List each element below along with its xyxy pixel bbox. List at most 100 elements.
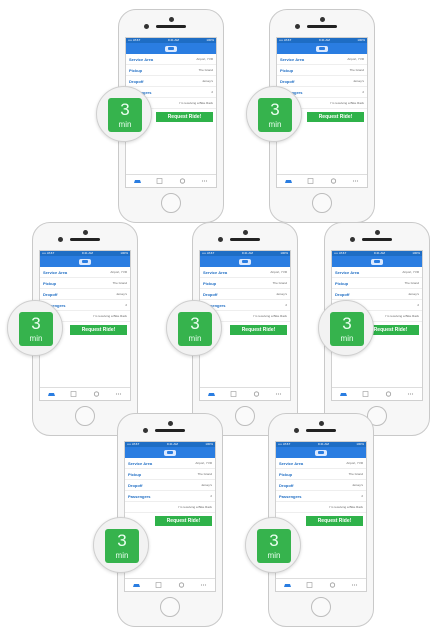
pickup-row[interactable]: Pickup The Grand: [332, 278, 422, 289]
tab-more[interactable]: [200, 582, 207, 588]
time-label: 9:41 AM: [317, 442, 329, 446]
tab-more[interactable]: [351, 582, 358, 588]
row-label: Service Area: [43, 269, 68, 275]
tab-more[interactable]: [407, 391, 414, 397]
dropoff-row[interactable]: Dropoff Jersey's: [277, 76, 367, 87]
tab-ride[interactable]: [47, 391, 55, 397]
row-value: Airport, YVR: [402, 270, 419, 274]
camera-icon: [243, 230, 248, 235]
row-value: Airport, YVR: [195, 461, 212, 465]
service-area-row[interactable]: Service Area Airport, YVR: [277, 54, 367, 65]
row-value: Jersey's: [352, 483, 363, 487]
dropoff-row[interactable]: Dropoff Jersey's: [40, 289, 130, 300]
time-label: 9:41 AM: [318, 38, 330, 42]
eta-number: 3: [117, 531, 127, 550]
request-ride-button[interactable]: Request Ride!: [70, 325, 127, 335]
eta-badge: 3 min: [19, 312, 53, 346]
tab-settings[interactable]: [178, 582, 185, 588]
row-value: 2: [362, 90, 364, 94]
tab-more[interactable]: [115, 391, 122, 397]
service-area-row[interactable]: Service Area Airport, YVR: [125, 458, 215, 469]
tab-schedule[interactable]: [156, 178, 163, 184]
home-button[interactable]: [161, 193, 181, 213]
more-icon: [408, 393, 414, 395]
tab-schedule[interactable]: [307, 178, 314, 184]
pickup-row[interactable]: Pickup The Grand: [200, 278, 290, 289]
service-area-row[interactable]: Service Area Airport, YVR: [40, 267, 130, 278]
sensor-icon: [58, 237, 63, 242]
home-button[interactable]: [235, 406, 255, 426]
bus-logo-icon: [316, 45, 328, 52]
time-label: 9:41 AM: [373, 251, 385, 255]
request-ride-button[interactable]: Request Ride!: [156, 112, 213, 122]
tab-schedule[interactable]: [70, 391, 77, 397]
pickup-row[interactable]: Pickup The Grand: [40, 278, 130, 289]
tab-schedule[interactable]: [230, 391, 237, 397]
eta-magnifier: 3 min: [245, 517, 301, 573]
dropoff-row[interactable]: Dropoff Jersey's: [200, 289, 290, 300]
tab-more[interactable]: [201, 178, 208, 184]
tab-ride[interactable]: [284, 178, 292, 184]
battery-label: 100%: [205, 442, 213, 446]
request-ride-button[interactable]: Request Ride!: [307, 112, 364, 122]
tab-ride[interactable]: [339, 391, 347, 397]
request-ride-button[interactable]: Request Ride!: [230, 325, 287, 335]
request-ride-button[interactable]: Request Ride!: [155, 516, 212, 526]
row-label: Dropoff: [203, 291, 218, 297]
row-value: I'm receiving a Bike Rack: [178, 505, 212, 509]
eta-number: 3: [190, 314, 200, 333]
row-label: Passengers: [128, 493, 151, 499]
tab-schedule[interactable]: [306, 582, 313, 588]
tab-settings[interactable]: [329, 582, 336, 588]
pickup-row[interactable]: Pickup The Grand: [277, 65, 367, 76]
tab-more[interactable]: [275, 391, 282, 397]
dropoff-row[interactable]: Dropoff Jersey's: [276, 480, 366, 491]
row-label: Service Area: [280, 56, 305, 62]
tab-settings[interactable]: [93, 391, 100, 397]
eta-magnifier: 3 min: [166, 300, 222, 356]
more-icon: [201, 584, 207, 586]
pickup-row[interactable]: Pickup The Grand: [125, 469, 215, 480]
tab-schedule[interactable]: [155, 582, 162, 588]
dropoff-row[interactable]: Dropoff Jersey's: [126, 76, 216, 87]
bike-rack-row[interactable]: I'm receiving a Bike Rack: [276, 502, 366, 513]
service-area-row[interactable]: Service Area Airport, YVR: [126, 54, 216, 65]
nav-bar: [200, 256, 290, 267]
tab-settings[interactable]: [253, 391, 260, 397]
eta-unit: min: [268, 120, 282, 129]
home-button[interactable]: [160, 597, 180, 617]
tab-ride[interactable]: [283, 582, 291, 588]
row-value: I'm receiving a Bike Rack: [253, 314, 287, 318]
service-area-row[interactable]: Service Area Airport, YVR: [276, 458, 366, 469]
service-area-row[interactable]: Service Area Airport, YVR: [332, 267, 422, 278]
row-value: The Grand: [198, 68, 213, 72]
pickup-row[interactable]: Pickup The Grand: [126, 65, 216, 76]
dropoff-row[interactable]: Dropoff Jersey's: [125, 480, 215, 491]
bus-icon: [283, 584, 291, 587]
bike-rack-row[interactable]: I'm receiving a Bike Rack: [125, 502, 215, 513]
dropoff-row[interactable]: Dropoff Jersey's: [332, 289, 422, 300]
bus-icon: [339, 393, 347, 396]
pickup-row[interactable]: Pickup The Grand: [276, 469, 366, 480]
tab-ride[interactable]: [133, 178, 141, 184]
tab-settings[interactable]: [385, 391, 392, 397]
bus-icon: [132, 584, 140, 587]
tab-settings[interactable]: [330, 178, 337, 184]
passengers-row[interactable]: Passengers 2: [276, 491, 366, 502]
tab-ride[interactable]: [207, 391, 215, 397]
home-button[interactable]: [312, 193, 332, 213]
home-button[interactable]: [311, 597, 331, 617]
tab-bar: [200, 387, 290, 400]
tab-ride[interactable]: [132, 582, 140, 588]
passengers-row[interactable]: Passengers 2: [125, 491, 215, 502]
tab-schedule[interactable]: [362, 391, 369, 397]
home-button[interactable]: [75, 406, 95, 426]
nav-bar: [276, 447, 366, 458]
gear-icon: [179, 178, 185, 184]
gear-icon: [93, 391, 99, 397]
tab-more[interactable]: [352, 178, 359, 184]
eta-magnifier: 3 min: [7, 300, 63, 356]
service-area-row[interactable]: Service Area Airport, YVR: [200, 267, 290, 278]
tab-settings[interactable]: [179, 178, 186, 184]
request-ride-button[interactable]: Request Ride!: [306, 516, 363, 526]
